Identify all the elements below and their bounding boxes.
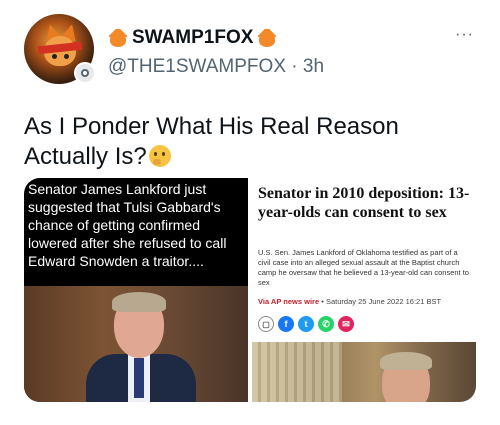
article-photo bbox=[252, 342, 476, 402]
avatar-eye bbox=[64, 54, 69, 59]
tweet-text: As I Ponder What His Real Reason Actuall… bbox=[24, 112, 464, 172]
fox-face-icon bbox=[108, 29, 128, 47]
article-byline: Via AP news wire • Saturday 25 June 2022… bbox=[258, 297, 441, 306]
author-name-row[interactable]: SWAMP1FOX bbox=[108, 27, 277, 49]
photo-person-hair bbox=[112, 292, 166, 312]
twitter-icon: t bbox=[298, 316, 314, 332]
share-icons: ▢ f t ✆ ✉ bbox=[258, 316, 354, 332]
media-image-left[interactable]: Senator James Lankford just suggested th… bbox=[24, 178, 248, 402]
byline-bullet: • bbox=[321, 297, 324, 306]
author-handle-row: @THE1SWAMPFOX · 3h bbox=[108, 56, 324, 78]
article-body: U.S. Sen. James Lankford of Oklahoma tes… bbox=[258, 248, 469, 287]
article-date: Saturday 25 June 2022 16:21 BST bbox=[325, 297, 442, 306]
whatsapp-icon: ✆ bbox=[318, 316, 334, 332]
senator-photo bbox=[24, 286, 248, 402]
facebook-icon: f bbox=[278, 316, 294, 332]
tweet-body: As I Ponder What His Real Reason Actuall… bbox=[24, 113, 399, 170]
handle[interactable]: @THE1SWAMPFOX bbox=[108, 56, 286, 77]
display-name: SWAMP1FOX bbox=[132, 27, 254, 48]
post-time[interactable]: 3h bbox=[303, 56, 324, 77]
more-options-icon[interactable]: ··· bbox=[455, 26, 474, 44]
tweet-media[interactable]: Senator James Lankford just suggested th… bbox=[24, 178, 476, 402]
photo-person-hair bbox=[380, 352, 432, 370]
photo-person-tie bbox=[134, 358, 144, 398]
article-source: Via AP news wire bbox=[258, 297, 320, 306]
image-caption: Senator James Lankford just suggested th… bbox=[28, 181, 227, 269]
verified-org-badge-icon bbox=[74, 62, 96, 84]
article-headline: Senator in 2010 deposition: 13-year-olds… bbox=[258, 185, 470, 221]
thinking-face-icon bbox=[148, 145, 171, 167]
bookmark-icon: ▢ bbox=[258, 316, 274, 332]
fox-face-icon bbox=[257, 29, 277, 47]
avatar-eye bbox=[52, 54, 57, 59]
email-icon: ✉ bbox=[338, 316, 354, 332]
photo-window-blinds bbox=[252, 342, 342, 402]
separator-dot: · bbox=[291, 56, 298, 77]
media-image-right[interactable]: Senator in 2010 deposition: 13-year-olds… bbox=[252, 178, 476, 402]
